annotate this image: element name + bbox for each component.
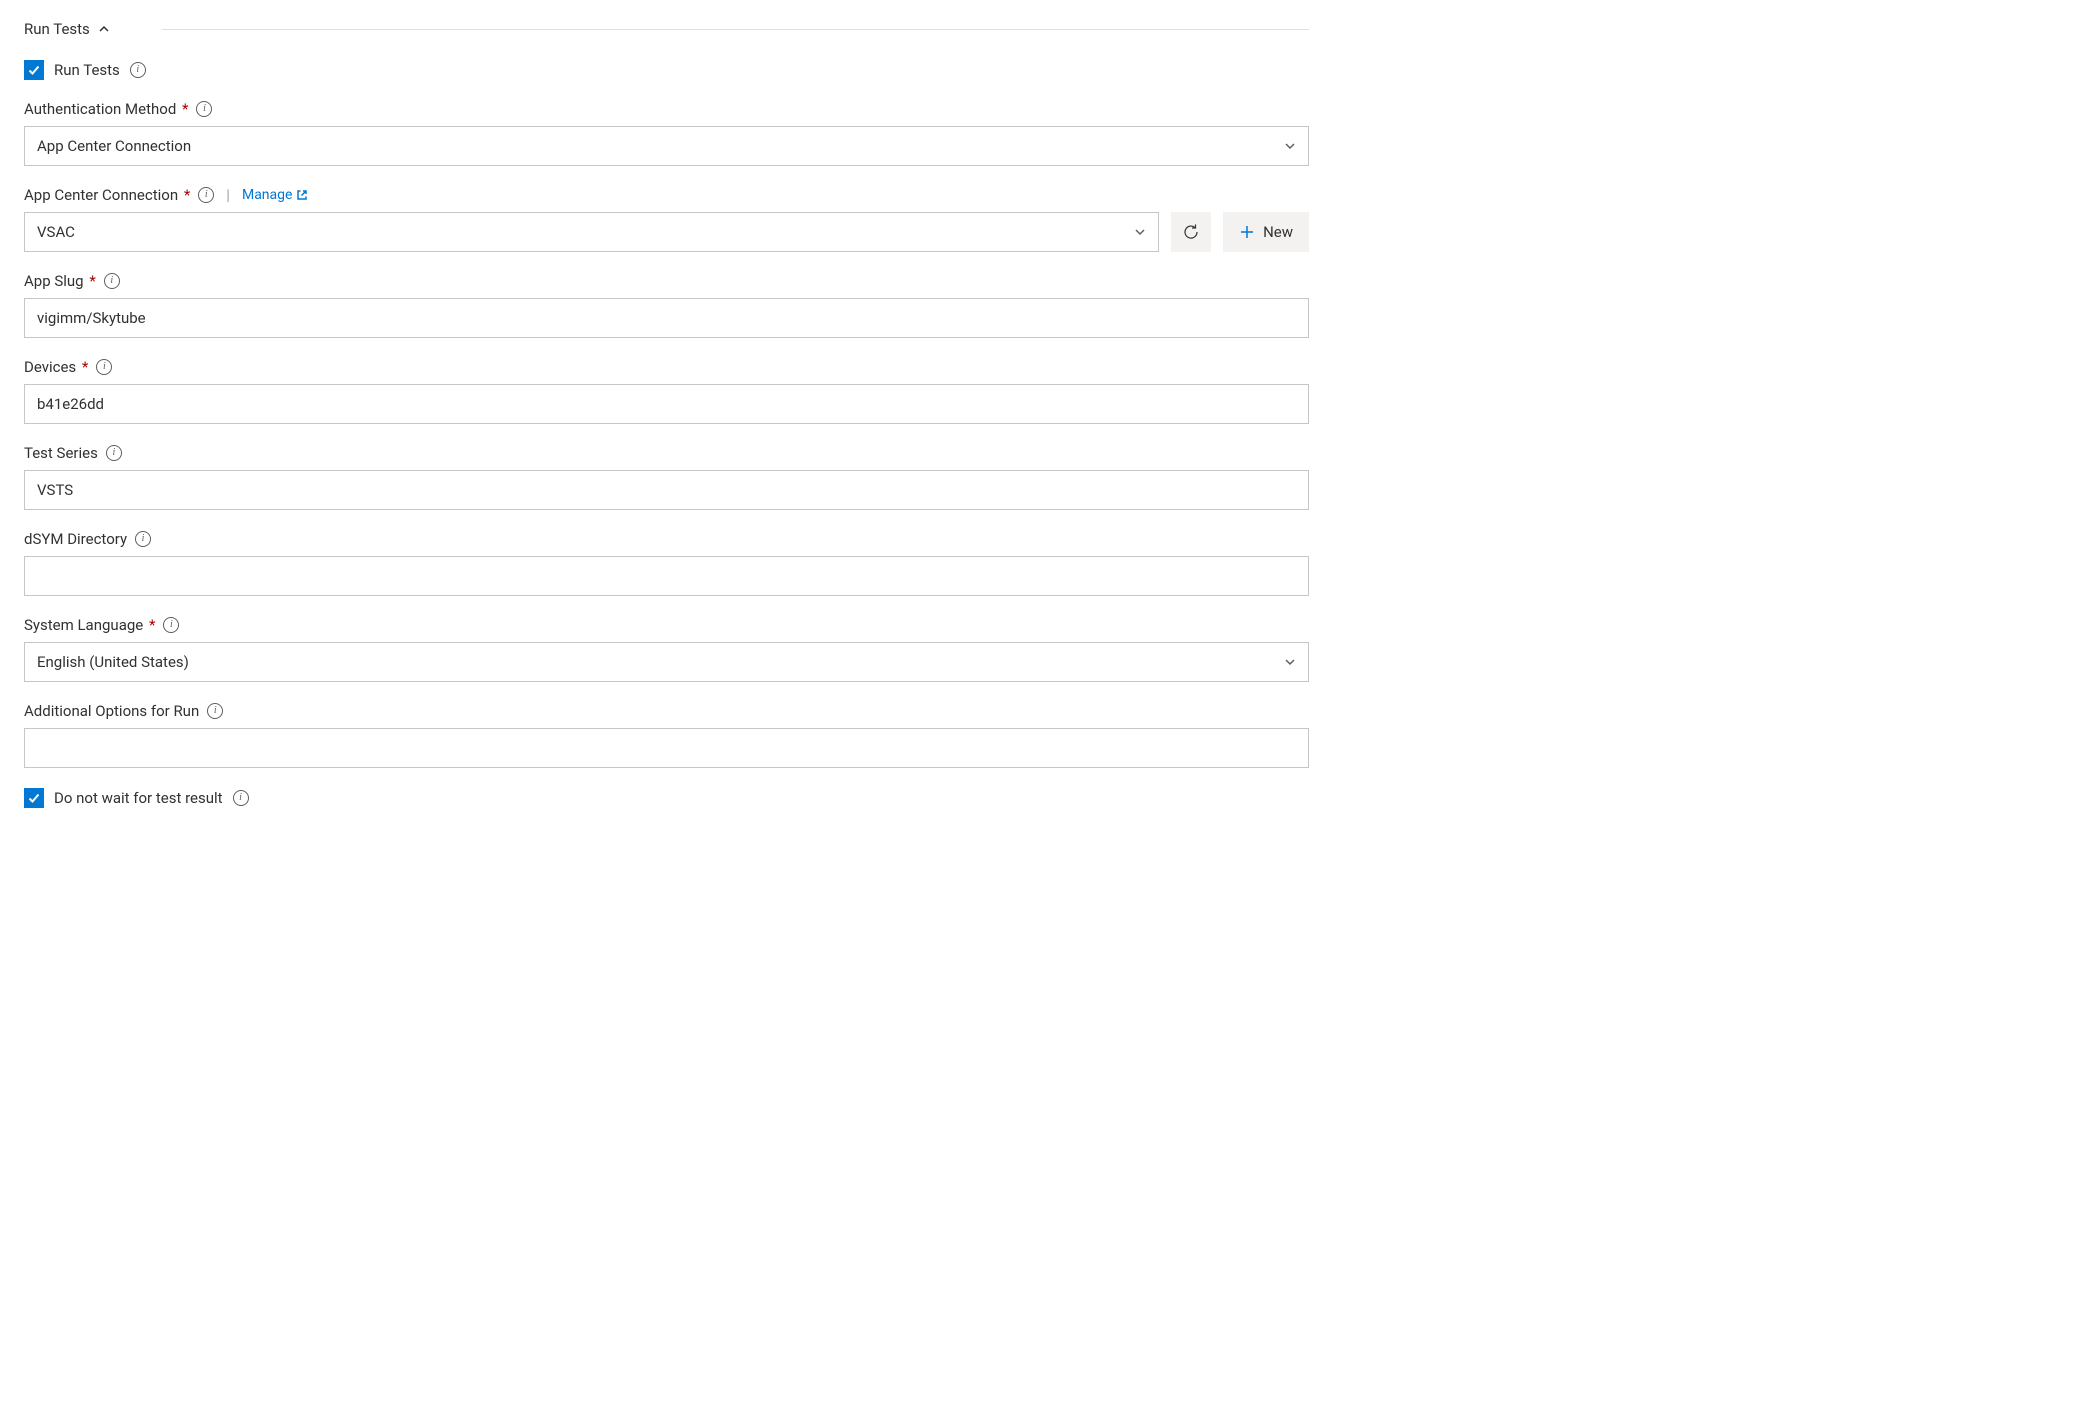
devices-input[interactable] xyxy=(24,384,1309,424)
app-slug-label: App Slug * xyxy=(24,272,96,290)
info-icon[interactable] xyxy=(163,617,179,633)
info-icon[interactable] xyxy=(135,531,151,547)
info-icon[interactable] xyxy=(96,359,112,375)
plus-icon xyxy=(1239,224,1255,240)
devices-label: Devices * xyxy=(24,358,88,376)
do-not-wait-label: Do not wait for test result xyxy=(54,789,223,807)
info-icon[interactable] xyxy=(196,101,212,117)
additional-options-input[interactable] xyxy=(24,728,1309,768)
auth-method-select[interactable] xyxy=(24,126,1309,166)
section-title: Run Tests xyxy=(24,20,90,38)
test-series-input[interactable] xyxy=(24,470,1309,510)
refresh-button[interactable] xyxy=(1171,212,1211,252)
app-center-connection-select[interactable] xyxy=(24,212,1159,252)
auth-method-label: Authentication Method * xyxy=(24,100,188,118)
divider xyxy=(162,29,1309,30)
new-button[interactable]: New xyxy=(1223,212,1309,252)
info-icon[interactable] xyxy=(130,62,146,78)
run-tests-label: Run Tests xyxy=(54,61,120,79)
dsym-directory-label: dSYM Directory xyxy=(24,530,127,548)
run-tests-checkbox[interactable] xyxy=(24,60,44,80)
info-icon[interactable] xyxy=(233,790,249,806)
system-language-select[interactable] xyxy=(24,642,1309,682)
additional-options-label: Additional Options for Run xyxy=(24,702,199,720)
separator: | xyxy=(222,186,234,204)
info-icon[interactable] xyxy=(104,273,120,289)
section-header[interactable]: Run Tests xyxy=(24,20,1309,38)
do-not-wait-checkbox[interactable] xyxy=(24,788,44,808)
info-icon[interactable] xyxy=(198,187,214,203)
new-button-label: New xyxy=(1263,223,1293,241)
chevron-up-icon xyxy=(98,23,110,35)
app-slug-input[interactable] xyxy=(24,298,1309,338)
external-link-icon xyxy=(296,189,308,201)
manage-link[interactable]: Manage xyxy=(242,187,308,203)
system-language-label: System Language * xyxy=(24,616,155,634)
test-series-label: Test Series xyxy=(24,444,98,462)
app-center-connection-label: App Center Connection * xyxy=(24,186,190,204)
info-icon[interactable] xyxy=(106,445,122,461)
dsym-directory-input[interactable] xyxy=(24,556,1309,596)
info-icon[interactable] xyxy=(207,703,223,719)
